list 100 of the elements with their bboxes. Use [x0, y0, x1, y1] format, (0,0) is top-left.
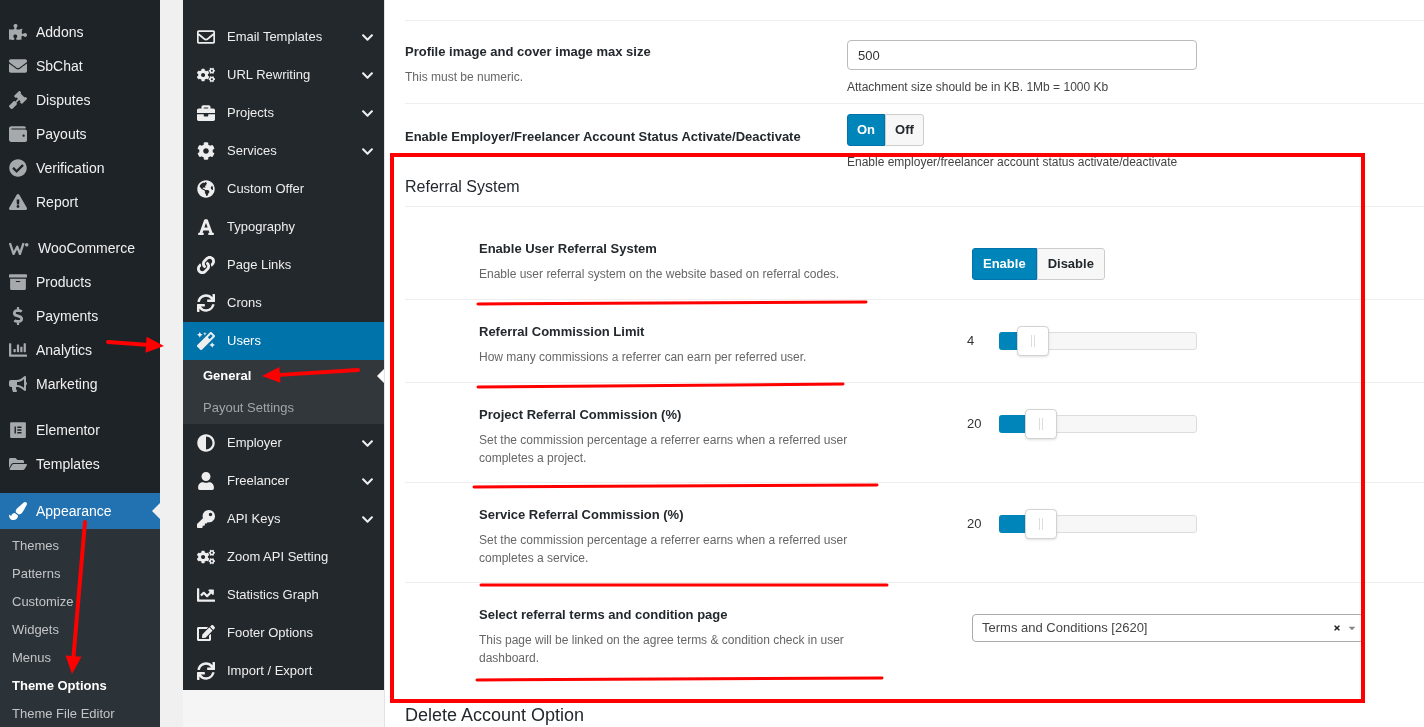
admin-menu-item[interactable]: Marketing	[0, 367, 160, 401]
admin-submenu-item[interactable]: Theme Options	[0, 672, 160, 700]
setting-description: How many commissions a referrer can earn per referred user.	[479, 348, 808, 366]
slider-value: 20	[967, 515, 983, 534]
toggle-option[interactable]: Off	[885, 114, 924, 146]
admin-submenu-item[interactable]: Themes	[0, 532, 160, 560]
admin-submenu-item[interactable]: Widgets	[0, 616, 160, 644]
link-icon	[197, 256, 215, 274]
setting-title: Enable Employer/Freelancer Account Status Activate/Deactivate	[405, 128, 802, 146]
font-icon	[197, 218, 215, 236]
slider-track[interactable]	[999, 326, 1197, 356]
setting-title: Project Referral Commission (%)	[479, 406, 683, 424]
line-chart-icon	[197, 586, 215, 604]
options-menu-item[interactable]: Crons	[183, 284, 384, 322]
envelope-icon	[197, 28, 215, 46]
warning-icon	[9, 193, 27, 211]
admin-menu-item[interactable]: Disputes	[0, 83, 160, 117]
admin-menu-item[interactable]: Payouts	[0, 117, 160, 151]
setting-title: Select referral terms and condition page	[479, 606, 729, 624]
megaphone-icon	[9, 375, 27, 393]
puzzle-icon	[9, 23, 27, 41]
setting-description: This must be numeric.	[405, 68, 525, 86]
admin-menu-item[interactable]: Appearance	[0, 493, 160, 529]
setting-title: Referral Commission Limit	[479, 323, 646, 341]
setting-description: Enable user referral system on the website based on referral codes.	[479, 265, 841, 283]
options-menu-item[interactable]: Projects	[183, 94, 384, 132]
gear-icon	[197, 142, 215, 160]
user-icon	[197, 472, 215, 490]
setting-title: Profile image and cover image max size	[405, 43, 652, 61]
admin-menu-item[interactable]: Payments	[0, 299, 160, 333]
slider-track[interactable]	[999, 409, 1197, 439]
admin-menu-item[interactable]: Products	[0, 265, 160, 299]
options-menu-item[interactable]: Statistics Graph	[183, 576, 384, 614]
options-menu-item[interactable]: Users	[183, 322, 384, 360]
admin-submenu-item[interactable]: Patterns	[0, 560, 160, 588]
clear-icon[interactable]	[1333, 624, 1341, 632]
setting-description: Set the commission percentage a referrer earns when a referred user completes a project.	[479, 431, 849, 467]
options-menu-item[interactable]: Employer	[183, 424, 384, 462]
paintbrush-icon	[9, 502, 27, 520]
wallet-icon	[9, 125, 27, 143]
size-input[interactable]: 500	[847, 40, 1197, 70]
options-menu-item[interactable]: Typography	[183, 208, 384, 246]
globe-icon	[197, 180, 215, 198]
pointer-arrow	[106, 336, 164, 353]
setting-note: Attachment size should be in KB. 1Mb = 1000 Kb	[847, 79, 1110, 96]
slider-value: 20	[967, 415, 983, 434]
admin-menu-item[interactable]: Elementor	[0, 413, 160, 447]
elementor-logo-icon	[9, 421, 27, 439]
admin-submenu-item[interactable]: Theme File Editor	[0, 700, 160, 727]
archive-icon	[9, 273, 27, 291]
gavel-icon	[9, 91, 27, 109]
slider-track[interactable]	[999, 509, 1197, 539]
mail-icon	[9, 57, 27, 75]
options-menu-item[interactable]: Email Templates	[183, 18, 384, 56]
slider-value: 4	[967, 332, 976, 351]
gears-icon	[197, 548, 215, 566]
admin-menu-item[interactable]: Analytics	[0, 333, 160, 367]
options-menu-item[interactable]: Zoom API Setting	[183, 538, 384, 576]
options-menu-item[interactable]: API Keys	[183, 500, 384, 538]
page-select[interactable]: Terms and Conditions [2620]	[972, 614, 1364, 642]
section-heading: Delete Account Option	[405, 705, 585, 725]
admin-menu-item[interactable]: Templates	[0, 447, 160, 481]
section-heading: Referral System	[405, 178, 520, 195]
setting-description: Set the commission percentage a referrer earns when a referred user completes a service.	[479, 531, 849, 567]
options-menu-item[interactable]: URL Rewriting	[183, 56, 384, 94]
slider-thumb[interactable]	[1016, 326, 1049, 356]
folder-icon	[9, 455, 27, 473]
toggle-option[interactable]: On	[847, 114, 886, 146]
edit-icon	[197, 624, 215, 642]
admin-submenu-item[interactable]: Customize	[0, 588, 160, 616]
admin-menu-item[interactable]: SbChat	[0, 49, 160, 83]
options-menu-item[interactable]: Freelancer	[183, 462, 384, 500]
admin-submenu-item[interactable]: Menus	[0, 644, 160, 672]
admin-menu-item[interactable]: Addons	[0, 15, 160, 49]
setting-title: Enable User Referral System	[479, 240, 658, 258]
options-menu-item[interactable]: Import / Export	[183, 652, 384, 690]
options-menu-item[interactable]: Page Links	[183, 246, 384, 284]
toggle-option[interactable]: Enable	[972, 248, 1037, 280]
options-submenu-item[interactable]: Payout Settings	[183, 392, 384, 424]
slider-thumb[interactable]	[1024, 409, 1057, 439]
bar-chart-icon	[9, 341, 27, 359]
woo-logo-icon	[9, 241, 29, 255]
key-icon	[197, 510, 215, 528]
magic-wand-icon	[197, 332, 215, 350]
toggle-option[interactable]: Disable	[1036, 248, 1105, 280]
contrast-icon	[197, 434, 215, 452]
admin-menu-item[interactable]: Verification	[0, 151, 160, 185]
admin-menu-item[interactable]: WooCommerce	[0, 231, 160, 265]
refresh-icon	[197, 662, 215, 680]
setting-note: Enable employer/freelancer account status activate/deactivate	[847, 154, 1179, 171]
admin-menu-item[interactable]: Report	[0, 185, 160, 219]
setting-description: This page will be linked on the agree terms & condition check in user dashboard.	[479, 631, 845, 667]
options-menu-item[interactable]: Services	[183, 132, 384, 170]
briefcase-icon	[197, 104, 215, 122]
gears-icon	[197, 66, 215, 84]
setting-title: Service Referral Commission (%)	[479, 506, 685, 524]
options-menu-item[interactable]: Footer Options	[183, 614, 384, 652]
refresh-icon	[197, 294, 215, 312]
slider-thumb[interactable]	[1024, 509, 1057, 539]
options-menu-item[interactable]: Custom Offer	[183, 170, 384, 208]
